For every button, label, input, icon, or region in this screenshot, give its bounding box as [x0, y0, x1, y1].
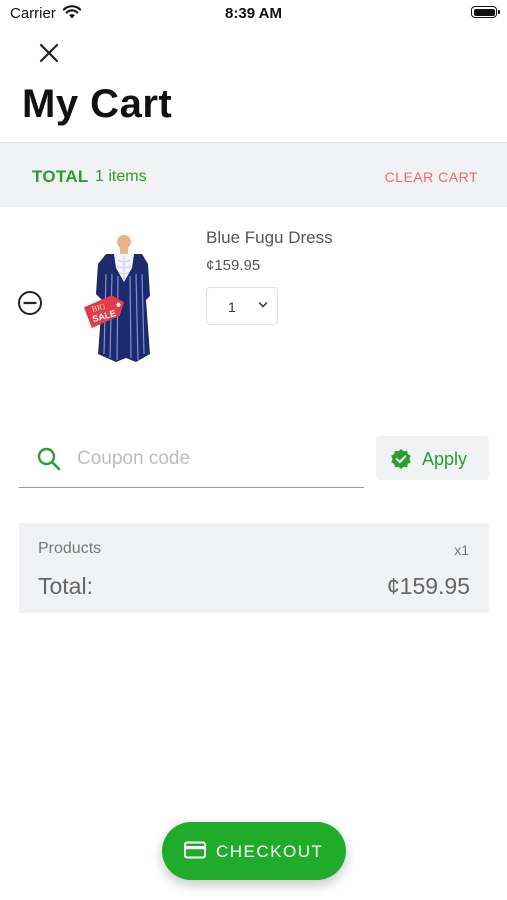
item-count: 1 items [95, 168, 147, 185]
battery-icon [471, 6, 500, 18]
coupon-field [19, 436, 364, 488]
coupon-input[interactable] [77, 444, 347, 474]
page-title: My Cart [22, 82, 173, 126]
remove-item-button[interactable] [17, 290, 43, 316]
cart-summary-bar: TOTAL 1 items CLEAR CART [0, 142, 507, 207]
apply-label: Apply [422, 449, 468, 469]
product-price: ¢159.95 [206, 257, 261, 274]
checkout-button[interactable]: CHECKOUT [162, 822, 346, 880]
cart-item: BIG SALE Blue Fugu Dress ¢159.95 1 [0, 206, 507, 396]
minus-circle-icon [18, 291, 42, 315]
credit-card-icon [184, 841, 206, 859]
products-label: Products [38, 540, 102, 557]
total-label: TOTAL [32, 167, 89, 186]
total-amount: ¢159.95 [386, 573, 470, 599]
quantity-select[interactable]: 1 [206, 287, 278, 325]
verified-badge-icon [391, 449, 411, 469]
search-icon [37, 447, 61, 471]
clear-cart-button[interactable]: CLEAR CART [385, 169, 478, 185]
total-label: Total: [38, 573, 93, 599]
order-totals: Products x1 Total: ¢159.95 [19, 523, 489, 613]
quantity-value: 1 [228, 299, 236, 315]
close-icon [39, 43, 59, 63]
status-time: 8:39 AM [225, 5, 282, 22]
close-button[interactable] [36, 40, 62, 66]
apply-coupon-button[interactable]: Apply [376, 436, 489, 480]
chevron-down-icon [258, 302, 268, 308]
checkout-label: CHECKOUT [216, 842, 324, 861]
status-bar: Carrier 8:39 AM [0, 0, 507, 28]
product-name: Blue Fugu Dress [206, 228, 333, 247]
products-quantity: x1 [454, 542, 469, 558]
product-image: BIG SALE [83, 235, 150, 362]
